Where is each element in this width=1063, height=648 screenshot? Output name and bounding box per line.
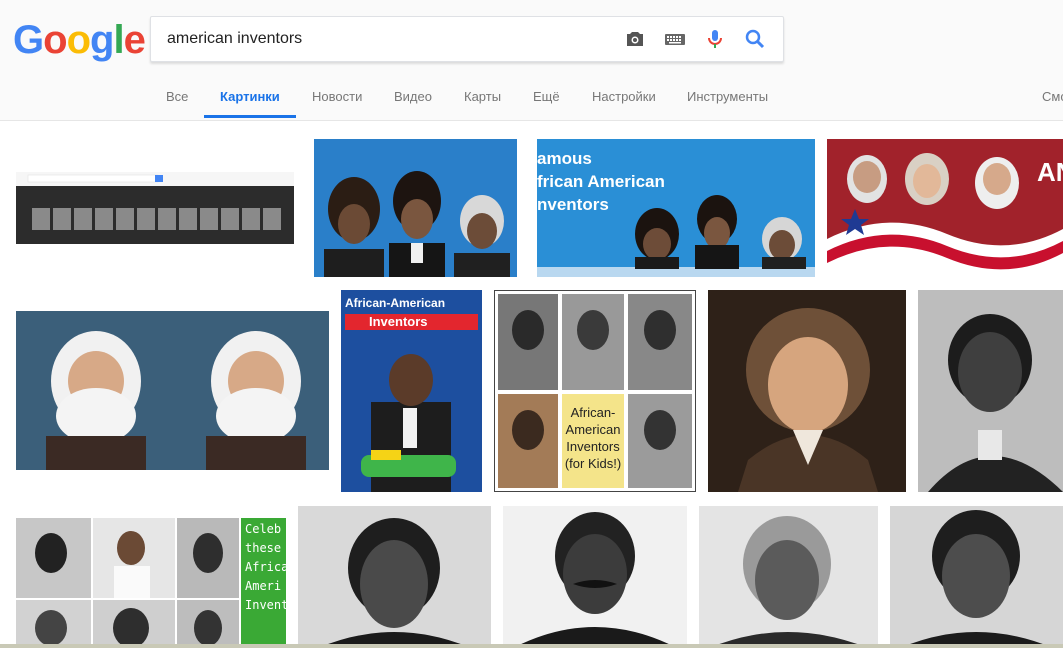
- tab-all[interactable]: Все: [166, 76, 188, 118]
- result-caption: African-American: [345, 296, 446, 310]
- result-caption: amous frican American nventors: [537, 149, 665, 214]
- image-result[interactable]: African- American Inventors (for Kids!): [494, 290, 696, 492]
- image-result[interactable]: AN: [827, 139, 1063, 277]
- image-result[interactable]: African-American Inventors: [341, 290, 482, 492]
- image-result[interactable]: [314, 139, 517, 277]
- bottom-taskbar-edge: [0, 644, 1063, 648]
- image-result[interactable]: amous frican American nventors: [537, 139, 815, 277]
- result-caption: AN: [1037, 157, 1063, 187]
- microphone-icon[interactable]: [703, 27, 727, 51]
- tab-news[interactable]: Новости: [312, 76, 362, 118]
- tab-maps[interactable]: Карты: [464, 76, 501, 118]
- image-result[interactable]: [16, 311, 329, 470]
- image-result[interactable]: [918, 290, 1063, 492]
- search-box: [150, 16, 784, 62]
- image-result[interactable]: [298, 506, 491, 648]
- search-input[interactable]: [167, 17, 607, 61]
- keyboard-icon[interactable]: [663, 27, 687, 51]
- search-header: Google Все Картинки Новости Видео Карты …: [0, 0, 1063, 121]
- tab-more[interactable]: Ещё: [533, 76, 560, 118]
- image-result[interactable]: [16, 172, 294, 244]
- tab-tools[interactable]: Инструменты: [687, 76, 768, 118]
- tab-settings[interactable]: Настройки: [592, 76, 656, 118]
- tab-video[interactable]: Видео: [394, 76, 432, 118]
- search-icon[interactable]: [743, 27, 767, 51]
- result-caption: Inventors: [369, 314, 428, 329]
- tab-safesearch[interactable]: Смо: [1042, 76, 1063, 118]
- result-caption: African- American Inventors (for Kids!): [564, 405, 622, 471]
- image-result[interactable]: [708, 290, 906, 492]
- search-tabs: Все Картинки Новости Видео Карты Ещё Нас…: [0, 76, 1063, 120]
- result-caption: Celeb these Africa Ameri Invent: [245, 522, 286, 612]
- image-result[interactable]: [699, 506, 878, 648]
- image-result[interactable]: [890, 506, 1063, 648]
- image-result[interactable]: Celeb these Africa Ameri Invent: [16, 518, 286, 648]
- tab-images[interactable]: Картинки: [204, 76, 296, 118]
- camera-icon[interactable]: [623, 27, 647, 51]
- google-logo[interactable]: Google: [13, 18, 146, 62]
- image-result[interactable]: [503, 506, 687, 648]
